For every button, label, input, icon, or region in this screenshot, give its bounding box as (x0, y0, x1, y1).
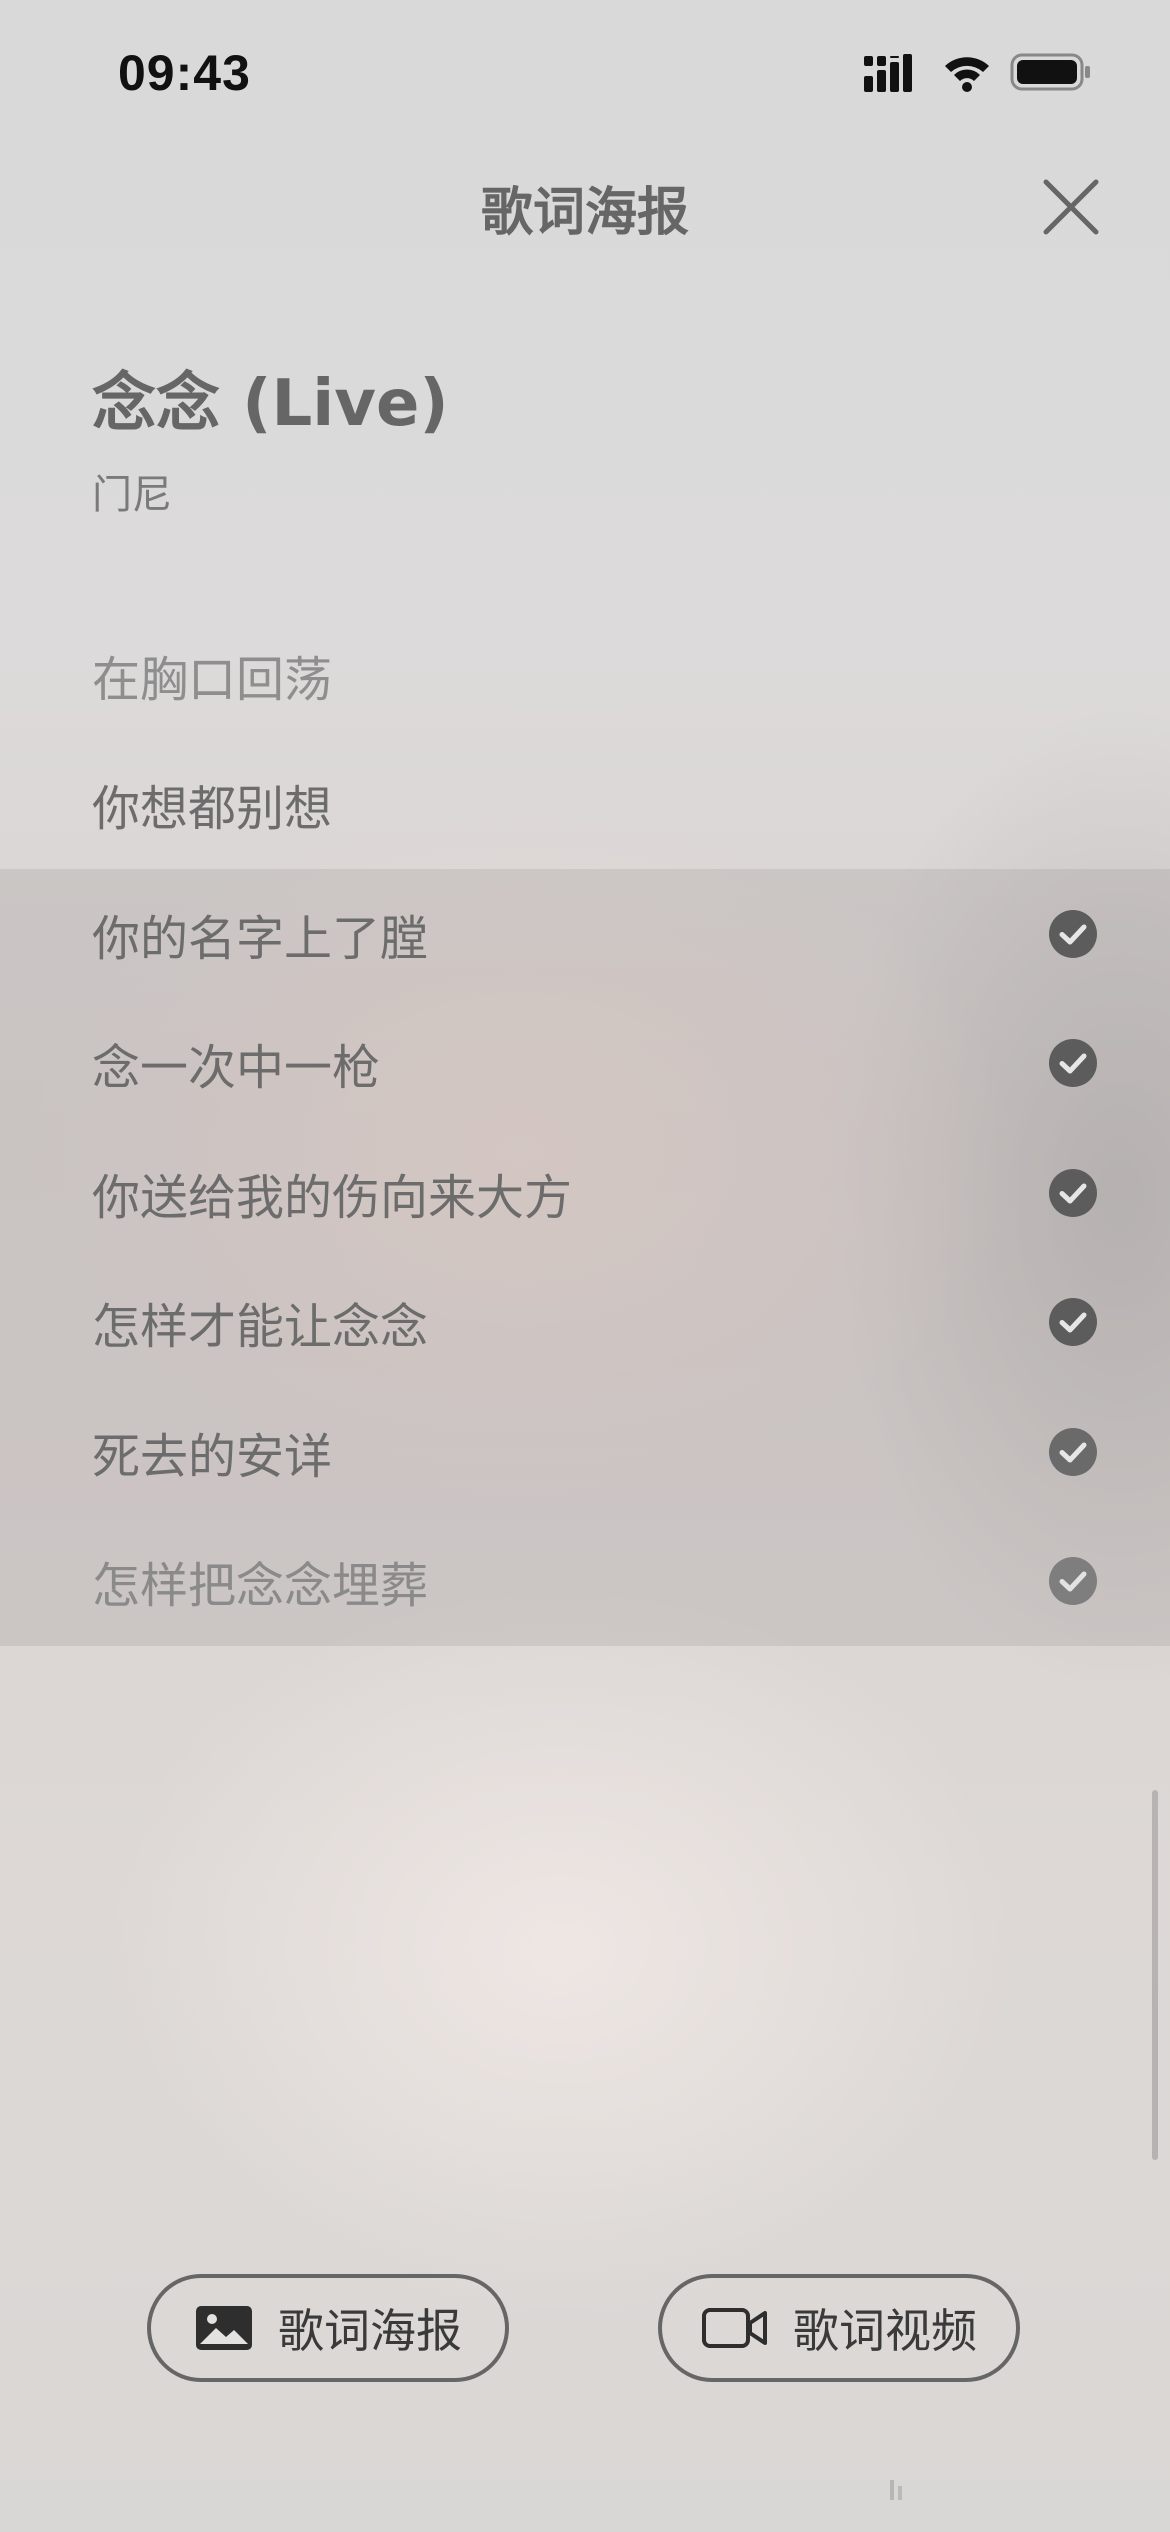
image-icon (196, 2306, 252, 2350)
lyric-text: 你的名字上了膛 (92, 910, 429, 967)
status-bar: 09:43 (0, 0, 1170, 150)
check-icon[interactable] (1048, 909, 1098, 959)
check-icon[interactable] (1048, 1427, 1098, 1477)
video-camera-icon (702, 2308, 767, 2348)
page-title: 歌词海报 (480, 183, 689, 243)
lyric-line-selected[interactable]: 死去的安详 (0, 1387, 1170, 1517)
lyrics-list: 在胸口回荡 你想都别想 你的名字上了膛 念一次中一枪 你送给我的伤向来大方 怎样… (0, 610, 1170, 1646)
battery-icon (1010, 53, 1090, 91)
wifi-icon (945, 57, 989, 92)
status-time: 09:43 (118, 45, 251, 101)
lyric-line-selected[interactable]: 怎样才能让念念 (0, 1257, 1170, 1387)
check-icon[interactable] (1048, 1038, 1098, 1088)
lyric-line-selected[interactable]: 怎样把念念埋葬 (0, 1516, 1170, 1646)
close-button[interactable] (1040, 176, 1102, 238)
lyric-text: 你送给我的伤向来大方 (92, 1169, 573, 1226)
lyrics-video-label: 歌词视频 (793, 2304, 977, 2358)
lyric-text: 念一次中一枪 (92, 1040, 381, 1097)
lyrics-poster-button[interactable]: 歌词海报 (147, 2274, 509, 2382)
close-icon (1043, 179, 1099, 235)
lyric-text: 怎样才能让念念 (92, 1299, 429, 1356)
lyric-text: 怎样把念念埋葬 (92, 1558, 429, 1615)
signal-icon (864, 54, 912, 92)
lyric-text: 死去的安详 (92, 1428, 333, 1485)
lyric-line-selected[interactable]: 念一次中一枪 (0, 998, 1170, 1128)
lyric-line-selected[interactable]: 你的名字上了膛 (0, 869, 1170, 999)
lyrics-poster-label: 歌词海报 (278, 2304, 462, 2358)
lyric-line[interactable]: 你想都别想 (0, 740, 1170, 870)
lyric-text: 在胸口回荡 (92, 651, 333, 708)
lyric-line-selected[interactable]: 你送给我的伤向来大方 (0, 1128, 1170, 1258)
home-indicator (890, 2480, 902, 2500)
song-title: 念念 (Live) (92, 367, 449, 441)
check-icon[interactable] (1048, 1168, 1098, 1218)
lyric-line[interactable]: 在胸口回荡 (0, 610, 1170, 740)
scrollbar[interactable] (1152, 1790, 1158, 2160)
song-artist: 门尼 (92, 472, 172, 518)
check-icon[interactable] (1048, 1297, 1098, 1347)
lyric-text: 你想都别想 (92, 781, 333, 838)
lyrics-video-button[interactable]: 歌词视频 (658, 2274, 1020, 2382)
check-icon[interactable] (1048, 1556, 1098, 1606)
status-icons (864, 52, 1092, 92)
